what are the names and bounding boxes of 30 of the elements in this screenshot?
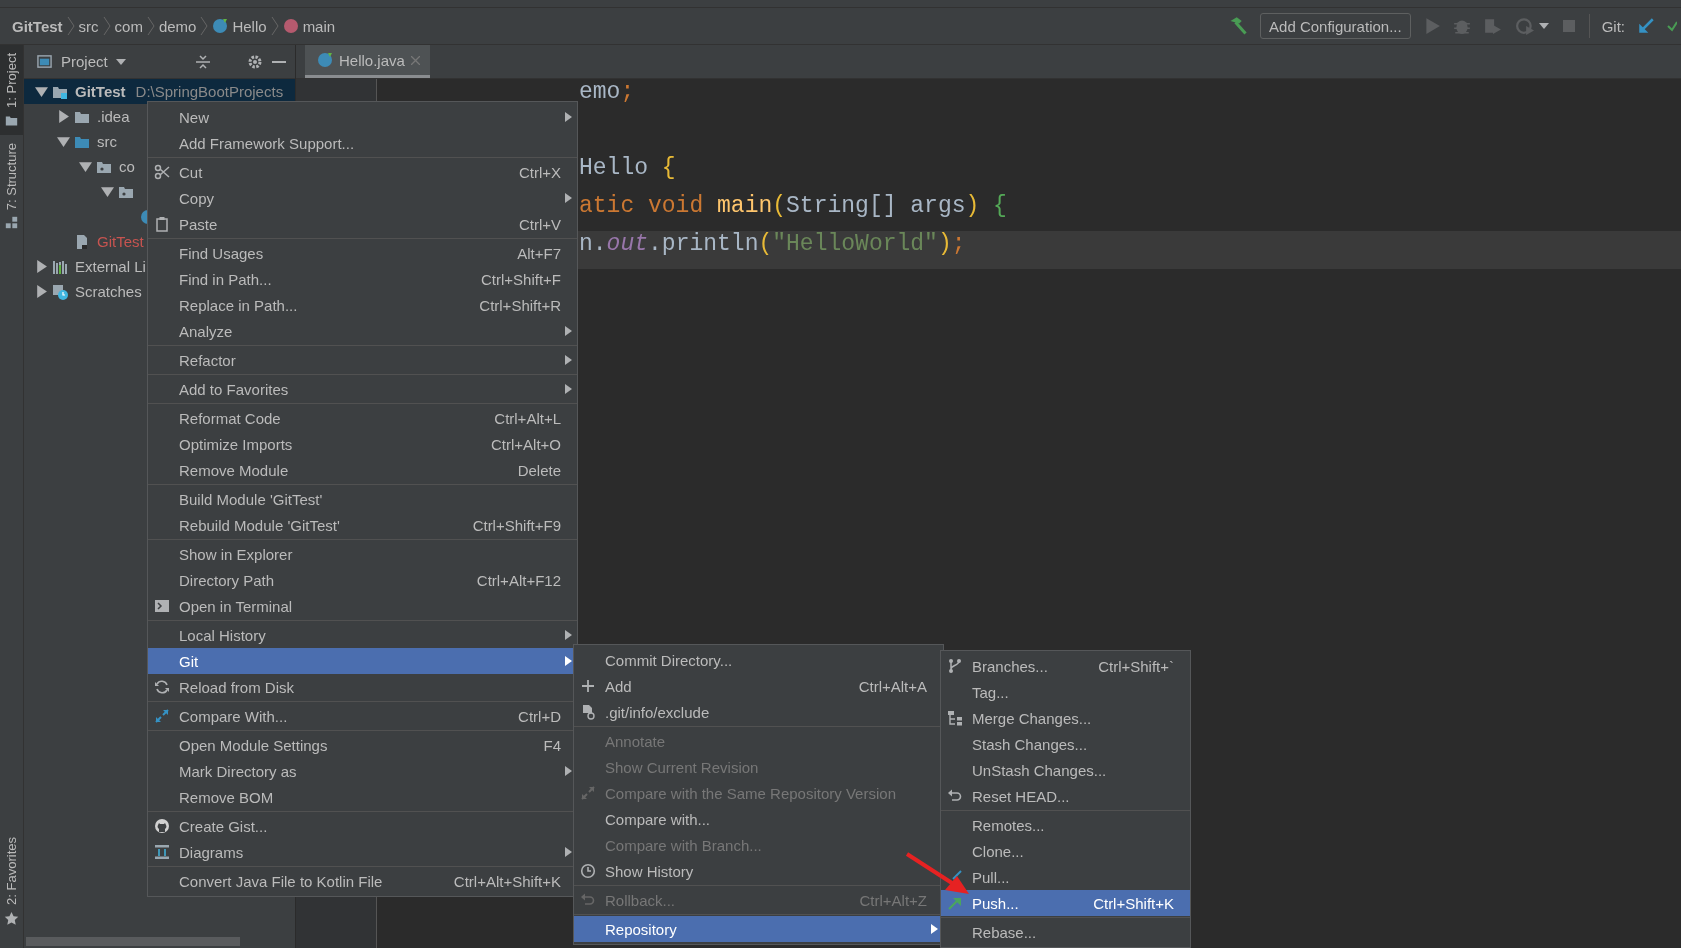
tree-item-label: Scratches [75,283,142,300]
tree-item-label: src [97,133,117,150]
shortcut-label: Ctrl+X [518,163,561,181]
code-line: Hello { [579,155,676,181]
tree-item-label: co [119,158,135,175]
code-line: atic void main(String[] args) { [579,193,1007,219]
shortcut-label: Ctrl+Alt+Shift+K [453,872,561,890]
tree-item-label: GitTest [97,233,144,250]
shortcut-label: Ctrl+V [518,215,561,233]
shortcut-label: Ctrl+D [518,707,561,725]
shortcut-label: Ctrl+Alt+Z [859,891,927,909]
path-text: D:\SpringBootProjects [135,83,284,100]
shortcut-label: Ctrl+Alt+A [858,677,927,695]
shortcut-label: Ctrl+Shift+K [1093,894,1174,912]
vcs-label: Git: [1601,17,1625,35]
shortcut-label: Ctrl+Shift+F9 [472,516,561,534]
shortcut-label: Delete [517,461,561,479]
shortcut-label: Ctrl+Shift+` [1098,657,1174,675]
shortcut-label: Ctrl+Shift+R [479,296,561,314]
tree-item-label: GitTest [75,83,126,100]
code-line: emo; [579,79,635,105]
tree-item-label: External Li [75,258,146,275]
shortcut-label: Ctrl+Alt+F12 [476,571,561,589]
tree-item-label: .idea [97,108,130,125]
shortcut-label: Alt+F7 [517,244,561,262]
shortcut-label: Ctrl+Shift+F [480,270,561,288]
shortcut-label: Ctrl+Alt+O [490,435,561,453]
code-line: n.out.println("HelloWorld"); [579,231,966,257]
shortcut-label: Ctrl+Alt+L [494,409,561,427]
shortcut-label: F4 [543,736,561,754]
